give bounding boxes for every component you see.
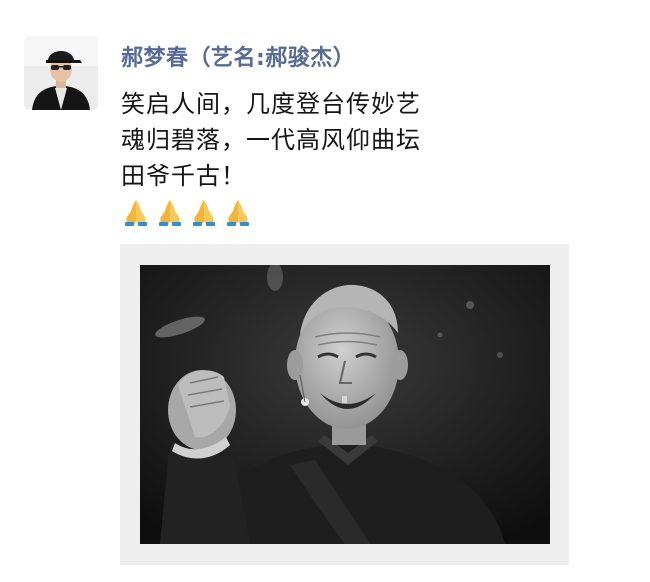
post-line: 田爷千古！ bbox=[121, 162, 246, 190]
post-text: 笑启人间，几度登台传妙艺 魂归碧落，一代高风仰曲坛 田爷千古！ bbox=[121, 86, 621, 194]
post-line: 魂归碧落，一代高风仰曲坛 bbox=[121, 126, 421, 154]
folded-hands-icon bbox=[193, 200, 215, 226]
photo-card[interactable] bbox=[120, 244, 569, 565]
memorial-photo-image bbox=[140, 265, 550, 544]
avatar[interactable] bbox=[24, 36, 98, 110]
author-name[interactable]: 郝梦春（艺名:郝骏杰） bbox=[121, 40, 355, 72]
moments-post: 郝梦春（艺名:郝骏杰） 笑启人间，几度登台传妙艺 魂归碧落，一代高风仰曲坛 田爷… bbox=[0, 0, 650, 582]
folded-hands-icon bbox=[159, 200, 181, 226]
folded-hands-icon bbox=[227, 200, 249, 226]
folded-hands-icon bbox=[125, 200, 147, 226]
post-line: 笑启人间，几度登台传妙艺 bbox=[121, 90, 421, 118]
avatar-image bbox=[24, 36, 98, 110]
emoji-row bbox=[121, 197, 253, 227]
memorial-photo[interactable] bbox=[140, 265, 550, 544]
